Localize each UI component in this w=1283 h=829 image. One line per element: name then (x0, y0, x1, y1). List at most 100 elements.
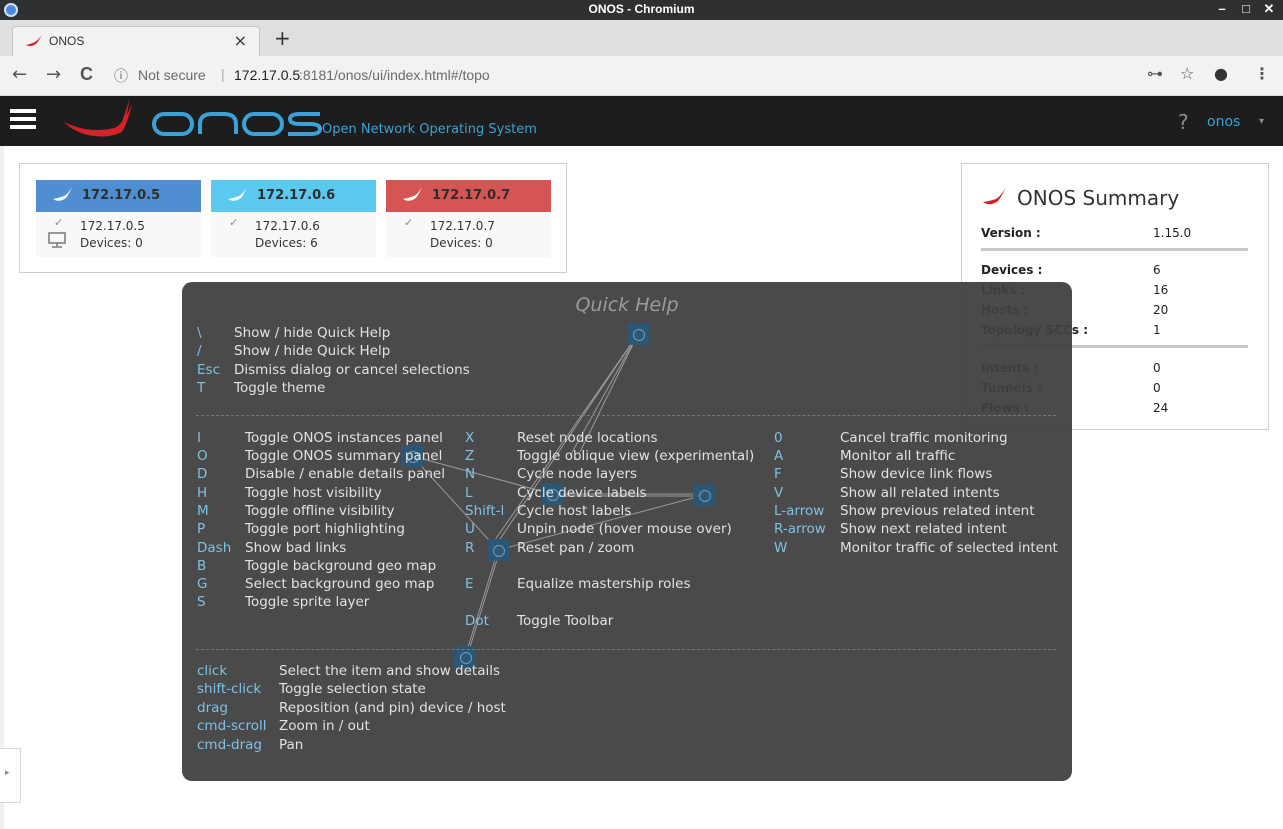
shortcut-key: L (465, 485, 473, 501)
quick-help-divider (196, 415, 1056, 416)
account-icon[interactable]: ● (1214, 64, 1228, 83)
shortcut-key: M (197, 503, 209, 519)
instance-devices: Devices: 0 (80, 236, 143, 250)
browser-tab-onos[interactable]: ONOS × (12, 26, 260, 56)
shortcut-desc: Show all related intents (840, 485, 1000, 501)
shortcut-key: / (197, 343, 202, 359)
window-titlebar: ONOS - Chromium – □ ✕ (0, 0, 1283, 20)
bookmark-star-icon[interactable]: ☆ (1180, 64, 1194, 83)
shortcut-key: H (197, 485, 208, 501)
shortcut-desc: Show device link flows (840, 466, 993, 482)
new-tab-button[interactable]: + (274, 26, 291, 50)
shortcut-key: drag (197, 700, 228, 716)
shortcut-desc: Reset pan / zoom (517, 540, 635, 556)
minimize-button[interactable]: – (1213, 1, 1231, 16)
onos-bird-icon (228, 187, 247, 201)
shortcut-key: I (197, 430, 201, 446)
onos-instances-panel: 172.17.0.5 ✓ 172.17.0.5 Devices: 0 172.1… (19, 163, 567, 273)
shortcut-desc: Toggle ONOS instances panel (245, 430, 443, 446)
shortcut-desc: Toggle host visibility (245, 485, 382, 501)
shortcut-desc: Toggle oblique view (experimental) (517, 448, 755, 464)
shortcut-key: G (197, 576, 208, 592)
shortcut-desc: Zoom in / out (279, 718, 370, 734)
back-button[interactable]: ← (12, 64, 27, 85)
shortcut-desc: Show next related intent (840, 521, 1007, 537)
shortcut-desc: Disable / enable details panel (245, 466, 445, 482)
shortcut-desc: Monitor all traffic (840, 448, 956, 464)
onos-logo (64, 98, 322, 137)
instance-devices: Devices: 0 (430, 236, 493, 250)
instance-ip: 172.17.0.6 (255, 219, 320, 233)
window-title: ONOS - Chromium (588, 2, 695, 16)
instance-header-ip: 172.17.0.7 (432, 188, 511, 203)
user-menu-name[interactable]: onos (1207, 114, 1240, 130)
switch-device-node[interactable] (487, 539, 509, 561)
topology-view[interactable]: 172.17.0.5 ✓ 172.17.0.5 Devices: 0 172.1… (0, 146, 1283, 829)
maximize-button[interactable]: □ (1237, 1, 1255, 16)
site-info-icon[interactable]: ⓘ (114, 66, 128, 86)
close-window-button[interactable]: ✕ (1260, 1, 1278, 17)
switch-device-node[interactable] (627, 323, 649, 345)
user-menu-caret-icon[interactable]: ▾ (1259, 116, 1264, 127)
shortcut-key: P (197, 521, 206, 537)
instance-header: 172.17.0.5 (36, 180, 201, 212)
onos-bird-icon (53, 187, 72, 201)
shortcut-key: D (197, 466, 208, 482)
shortcut-desc: Monitor traffic of selected intent (840, 540, 1058, 556)
switch-device-node[interactable] (693, 484, 715, 506)
shortcut-key: X (465, 430, 475, 446)
address-bar[interactable]: ⓘ Not secure | 172.17.0.5 :8181/onos/ui/… (108, 64, 1203, 88)
shortcut-desc: Show bad links (245, 540, 347, 556)
quick-help-panel[interactable]: Quick Help \ Show / hide Quick Help / Sh… (182, 282, 1072, 781)
forward-button[interactable]: → (46, 64, 61, 85)
shortcut-desc: Show / hide Quick Help (234, 343, 391, 359)
instance-header: 172.17.0.6 (211, 180, 376, 212)
nav-menu-icon[interactable] (10, 109, 36, 131)
details-panel-toggle[interactable]: ▸ (0, 748, 21, 803)
shortcut-key: W (774, 540, 788, 556)
instance-card[interactable]: 172.17.0.6 ✓ 172.17.0.6 Devices: 6 (211, 180, 376, 257)
shortcut-desc: Cycle host labels (517, 503, 632, 519)
left-edge (0, 146, 4, 829)
instance-header: 172.17.0.7 (386, 180, 551, 212)
shortcut-key: A (774, 448, 784, 464)
shortcut-key: Dot (465, 613, 489, 629)
help-button[interactable]: ? (1178, 110, 1189, 134)
summary-divider (981, 248, 1248, 251)
shortcut-desc: Cancel traffic monitoring (840, 430, 1008, 446)
url-host: 172.17.0.5 (234, 67, 301, 83)
shortcut-desc: Toggle sprite layer (245, 594, 370, 610)
shortcut-key: Shift-l (465, 503, 505, 519)
instance-devices: Devices: 6 (255, 236, 318, 250)
shortcut-key: T (197, 380, 206, 396)
shortcut-desc: Reposition (and pin) device / host (279, 700, 506, 716)
online-check-icon: ✓ (54, 216, 64, 229)
shortcut-desc: Toggle Toolbar (517, 613, 614, 629)
shortcut-desc: Equalize mastership roles (517, 576, 691, 592)
shortcut-key: 0 (774, 430, 783, 446)
shortcut-key: cmd-scroll (197, 718, 267, 734)
shortcut-key: R-arrow (774, 521, 826, 537)
tab-close-icon[interactable]: × (234, 31, 247, 50)
password-key-icon[interactable]: ⊶ (1147, 64, 1163, 83)
shortcut-key: L-arrow (774, 503, 825, 519)
shortcut-desc: Reset node locations (517, 430, 658, 446)
instance-ip: 172.17.0.5 (80, 219, 145, 233)
shortcut-desc: Show previous related intent (840, 503, 1035, 519)
shortcut-desc: Unpin node (hover mouse over) (517, 521, 732, 537)
browser-menu-icon[interactable]: ⋮ (1254, 64, 1270, 83)
online-check-icon: ✓ (229, 216, 239, 229)
instance-card[interactable]: 172.17.0.7 ✓ 172.17.0.7 Devices: 0 (386, 180, 551, 257)
onos-bird-icon (403, 187, 422, 201)
shortcut-key: shift-click (197, 681, 262, 697)
shortcut-desc: Toggle ONOS summary panel (245, 448, 443, 464)
onos-favicon-icon (26, 35, 42, 47)
shortcut-desc: Toggle background geo map (245, 558, 437, 574)
reload-button[interactable]: C (80, 64, 93, 85)
tab-strip: ONOS × + (0, 20, 1283, 56)
shortcut-key: S (197, 594, 206, 610)
browser-toolbar: ← → C ⓘ Not secure | 172.17.0.5 :8181/on… (0, 56, 1283, 96)
ui-attached-monitor-icon (48, 232, 66, 248)
expand-arrow-icon: ▸ (5, 768, 10, 778)
instance-card[interactable]: 172.17.0.5 ✓ 172.17.0.5 Devices: 0 (36, 180, 201, 257)
